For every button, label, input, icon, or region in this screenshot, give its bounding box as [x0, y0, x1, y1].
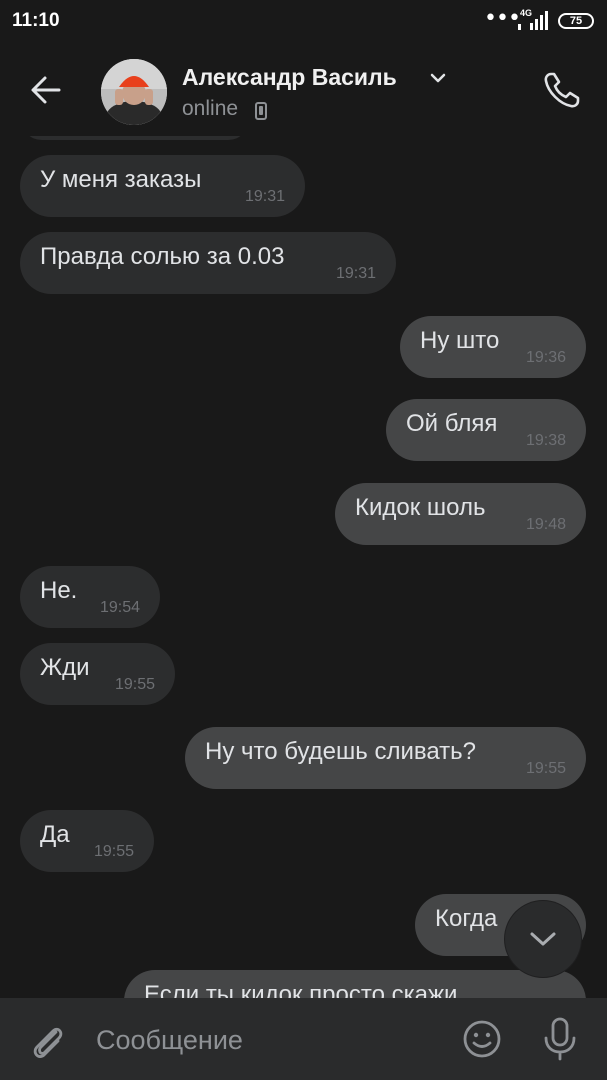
- contact-status: online: [182, 97, 239, 120]
- message-text: У меня заказы: [40, 166, 202, 193]
- message-bubble-incoming[interactable]: Правда солью за 0.03 19:31: [20, 232, 396, 294]
- message-time: 19:55: [114, 676, 155, 693]
- message-time: 19:31: [244, 188, 285, 205]
- chevron-down-icon[interactable]: [428, 68, 448, 88]
- message-time: 19:48: [525, 516, 566, 533]
- message-input[interactable]: [96, 1022, 426, 1058]
- message-text: Ну што: [420, 327, 500, 354]
- message-time: 19:38: [525, 432, 566, 449]
- avatar-photo: [101, 59, 167, 125]
- contact-name[interactable]: Александр Василь: [182, 64, 397, 91]
- message-text: Ну что будешь сливать?: [205, 738, 476, 765]
- chat-header: Александр Василь online: [0, 44, 607, 136]
- message-time: 19:55: [93, 843, 134, 860]
- message-time: 19:55: [525, 760, 566, 777]
- avatar[interactable]: [101, 59, 167, 125]
- smiley-icon[interactable]: [462, 1019, 502, 1059]
- message-text: Кидок шоль: [355, 494, 486, 521]
- message-text: Когда: [435, 905, 498, 932]
- message-text: Не.: [40, 577, 78, 604]
- scroll-down-button[interactable]: [505, 901, 581, 977]
- message-bubble-incoming[interactable]: Не. 19:54: [20, 566, 160, 628]
- message-bubble-incoming[interactable]: Жди 19:55: [20, 643, 175, 705]
- message-bubble-outgoing[interactable]: Ну што 19:36: [400, 316, 586, 378]
- message-text: Правда солью за 0.03: [40, 243, 285, 270]
- paperclip-icon[interactable]: [28, 1018, 68, 1062]
- message-text: Если ты кидок просто скажи: [144, 981, 458, 998]
- message-text: Да: [40, 821, 70, 848]
- message-text: Ой бляя: [406, 410, 498, 437]
- message-bubble-incoming[interactable]: Да 19:55: [20, 810, 154, 872]
- chevron-down-icon: [530, 932, 556, 946]
- message-bubble-outgoing[interactable]: Ой бляя 19:38: [386, 399, 586, 461]
- mobile-device-icon: [255, 102, 267, 120]
- message-bubble-incoming[interactable]: У меня заказы 19:31: [20, 155, 305, 217]
- phone-icon[interactable]: [540, 68, 584, 112]
- back-arrow-icon[interactable]: [26, 70, 66, 110]
- message-bubble-outgoing[interactable]: Ну что будешь сливать? 19:55: [185, 727, 586, 789]
- message-time: 19:36: [525, 349, 566, 366]
- message-list[interactable]: У меня заказы 19:31 Правда солью за 0.03…: [0, 0, 607, 998]
- message-composer: [0, 998, 607, 1080]
- microphone-icon[interactable]: [540, 1016, 580, 1062]
- message-bubble-outgoing[interactable]: Кидок шоль 19:48: [335, 483, 586, 545]
- message-time: 19:31: [335, 265, 376, 282]
- message-bubble-outgoing[interactable]: Если ты кидок просто скажи: [124, 970, 586, 998]
- message-time: 19:54: [99, 599, 140, 616]
- message-text: Жди: [40, 654, 90, 681]
